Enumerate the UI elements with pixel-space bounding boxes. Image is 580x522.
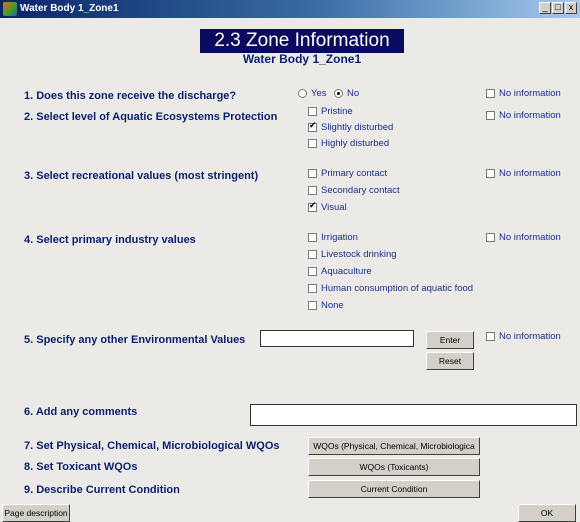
question-3-label: 3. Select recreational values (most stri… [24,170,259,182]
question-4-label: 4. Select primary industry values [24,234,196,246]
no-information-label: No information [499,232,561,243]
radio-no-button[interactable] [334,89,343,98]
question-9-label: 9. Describe Current Condition [24,484,180,496]
highly-disturbed-checkbox[interactable] [308,139,317,148]
physical-chemical-wqos-button[interactable]: WQOs (Physical, Chemical, Microbiologica [308,437,480,455]
no-information-label: No information [499,168,561,179]
question-6-label: 6. Add any comments [24,406,138,418]
no-information-label: No information [499,331,561,342]
option-secondary-contact[interactable]: Secondary contact [308,185,400,196]
q5-no-information[interactable]: No information [486,331,561,342]
none-checkbox[interactable] [308,301,317,310]
human-consumption-checkbox[interactable] [308,284,317,293]
human-consumption-label: Human consumption of aquatic food [321,283,474,294]
visual-label: Visual [321,202,347,213]
reset-button[interactable]: Reset [426,352,474,370]
no-information-label: No information [499,110,561,121]
q5-no-information-checkbox[interactable] [486,332,495,341]
livestock-drinking-checkbox[interactable] [308,250,317,259]
slightly-disturbed-label: Slightly disturbed [321,122,394,133]
primary-contact-label: Primary contact [321,168,387,179]
page-title: 2.3 Zone Information [200,29,404,53]
option-none[interactable]: None [308,300,344,311]
other-environmental-values-input[interactable] [260,330,414,347]
q1-no-information-checkbox[interactable] [486,89,495,98]
secondary-contact-label: Secondary contact [321,185,400,196]
ok-button[interactable]: OK [518,504,576,522]
q3-no-information[interactable]: No information [486,168,561,179]
primary-contact-checkbox[interactable] [308,169,317,178]
q4-no-information[interactable]: No information [486,232,561,243]
radio-no-label: No [347,88,360,99]
option-livestock-drinking[interactable]: Livestock drinking [308,249,397,260]
option-slightly-disturbed[interactable]: Slightly disturbed [308,121,394,133]
radio-yes[interactable]: Yes [298,88,327,99]
enter-button[interactable]: Enter [426,331,474,349]
option-irrigation[interactable]: Irrigation [308,232,358,243]
q4-no-information-checkbox[interactable] [486,233,495,242]
current-condition-button[interactable]: Current Condition [308,480,480,498]
question-1-label: 1. Does this zone receive the discharge? [24,90,237,102]
none-label: None [321,300,344,311]
radio-yes-label: Yes [311,88,327,99]
maximize-button[interactable]: □ [552,2,564,14]
question-8-label: 8. Set Toxicant WQOs [24,461,138,473]
pristine-label: Pristine [321,106,353,117]
pristine-checkbox[interactable] [308,107,317,116]
no-information-label: No information [499,88,561,99]
slightly-disturbed-checkbox[interactable] [308,121,317,132]
q2-no-information-checkbox[interactable] [486,111,495,120]
option-human-consumption[interactable]: Human consumption of aquatic food [308,283,473,294]
option-visual[interactable]: Visual [308,201,347,213]
page-description-button[interactable]: Page description [2,504,70,522]
radio-no[interactable]: No [334,88,359,99]
option-highly-disturbed[interactable]: Highly disturbed [308,138,389,149]
aquaculture-checkbox[interactable] [308,267,317,276]
q2-no-information[interactable]: No information [486,110,561,121]
radio-yes-button[interactable] [298,89,307,98]
option-pristine[interactable]: Pristine [308,106,353,117]
highly-disturbed-label: Highly disturbed [321,138,390,149]
q3-no-information-checkbox[interactable] [486,169,495,178]
option-primary-contact[interactable]: Primary contact [308,168,387,179]
window-controls: _ □ x [539,2,577,14]
app-icon [3,2,17,16]
livestock-drinking-label: Livestock drinking [321,249,397,260]
minimize-button[interactable]: _ [539,2,551,14]
irrigation-label: Irrigation [321,232,358,243]
secondary-contact-checkbox[interactable] [308,186,317,195]
comments-input[interactable] [250,404,577,426]
question-2-label: 2. Select level of Aquatic Ecosystems Pr… [24,111,278,123]
toxicant-wqos-button[interactable]: WQOs (Toxicants) [308,458,480,476]
q1-no-information[interactable]: No information [486,88,561,99]
aquaculture-label: Aquaculture [321,266,372,277]
window-title: Water Body 1_Zone1 [20,3,119,14]
close-button[interactable]: x [565,2,577,14]
visual-checkbox[interactable] [308,201,317,212]
question-5-label: 5. Specify any other Environmental Value… [24,334,246,346]
option-aquaculture[interactable]: Aquaculture [308,266,372,277]
irrigation-checkbox[interactable] [308,233,317,242]
title-bar: Water Body 1_Zone1 _ □ x [0,0,580,18]
question-7-label: 7. Set Physical, Chemical, Microbiologic… [24,440,280,452]
page-subtitle: Water Body 1_Zone1 [242,52,362,66]
